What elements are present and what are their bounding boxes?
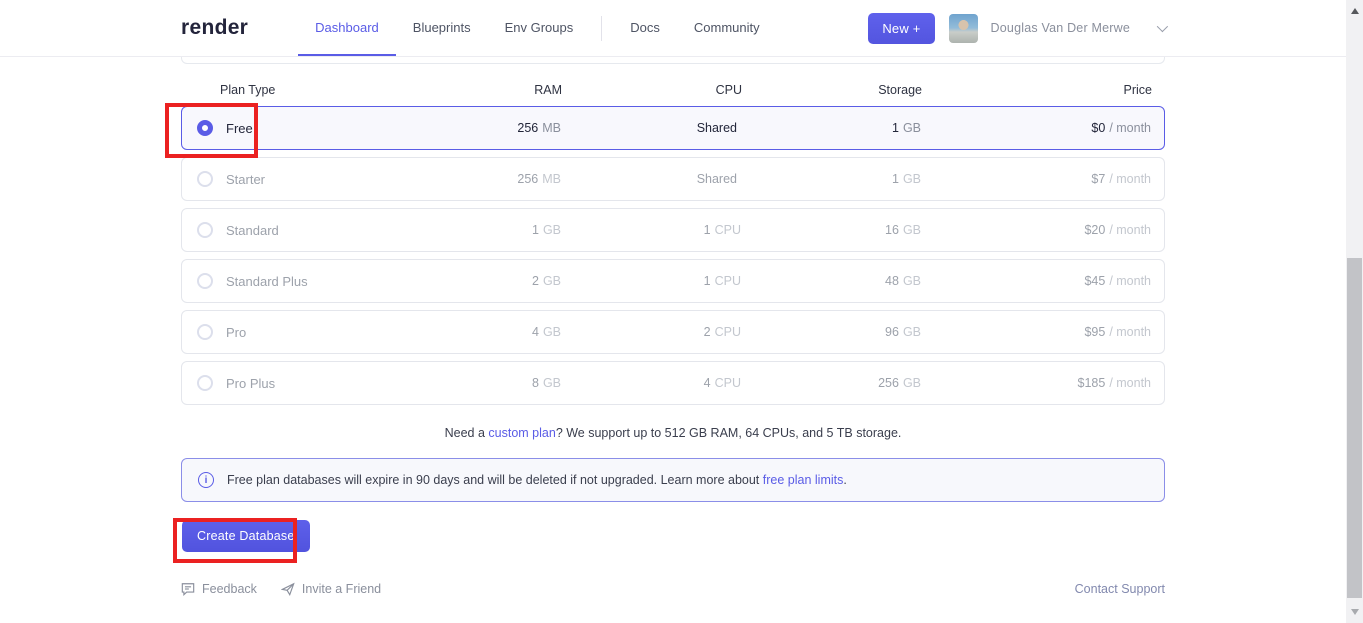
column-header-storage: Storage [742, 83, 922, 97]
plan-price: $45/ month [921, 274, 1151, 288]
invite-friend-label: Invite a Friend [302, 582, 381, 596]
plan-ram: 1GB [376, 223, 561, 237]
plan-cpu: Shared [561, 121, 741, 135]
column-header-ram: RAM [377, 83, 562, 97]
plan-ram: 256MB [376, 121, 561, 135]
nav-divider [601, 16, 602, 41]
plan-radio[interactable] [197, 375, 213, 391]
scrollbar[interactable] [1346, 0, 1363, 623]
custom-plan-link[interactable]: custom plan [488, 426, 555, 440]
plan-row[interactable]: Pro Plus 8GB 4CPU 256GB $185/ month [181, 361, 1165, 405]
info-icon: i [198, 472, 214, 488]
plan-ram: 8GB [376, 376, 561, 390]
plan-cpu: Shared [561, 172, 741, 186]
plan-name: Standard Plus [226, 274, 308, 289]
custom-plan-note: Need a custom plan? We support up to 512… [181, 426, 1165, 440]
free-plan-limits-link[interactable]: free plan limits [763, 473, 844, 487]
user-name[interactable]: Douglas Van Der Merwe [991, 21, 1130, 35]
plan-price: $7/ month [921, 172, 1151, 186]
column-header-cpu: CPU [562, 83, 742, 97]
plan-name: Pro [226, 325, 246, 340]
feedback-icon [181, 582, 195, 596]
plan-row[interactable]: Pro 4GB 2CPU 96GB $95/ month [181, 310, 1165, 354]
paper-plane-icon [281, 582, 295, 596]
column-header-price: Price [922, 83, 1152, 97]
scrollbar-down-arrow[interactable] [1351, 609, 1359, 615]
feedback-button[interactable]: Feedback [181, 582, 257, 596]
plan-radio[interactable] [197, 324, 213, 340]
plan-radio[interactable] [197, 120, 213, 136]
plan-radio[interactable] [197, 171, 213, 187]
nav-item-dashboard[interactable]: Dashboard [298, 0, 396, 56]
nav-item-docs[interactable]: Docs [613, 0, 677, 56]
create-database-button[interactable]: Create Database [182, 520, 310, 552]
plan-cpu: 1CPU [561, 223, 741, 237]
previous-card-bottom-edge [181, 57, 1165, 64]
plan-storage: 1GB [741, 172, 921, 186]
plan-storage: 16GB [741, 223, 921, 237]
plan-ram: 2GB [376, 274, 561, 288]
column-header-plan-type: Plan Type [220, 83, 377, 97]
plan-ram: 4GB [376, 325, 561, 339]
nav-item-blueprints[interactable]: Blueprints [396, 0, 488, 56]
page: render Dashboard Blueprints Env Groups D… [0, 0, 1363, 596]
render-logo[interactable]: render [181, 16, 248, 40]
plan-row[interactable]: Standard 1GB 1CPU 16GB $20/ month [181, 208, 1165, 252]
plan-storage: 256GB [741, 376, 921, 390]
plan-name: Free [226, 121, 253, 136]
plan-price: $185/ month [921, 376, 1151, 390]
nav-item-env-groups[interactable]: Env Groups [488, 0, 591, 56]
plan-row[interactable]: Standard Plus 2GB 1CPU 48GB $45/ month [181, 259, 1165, 303]
chevron-down-icon[interactable] [1157, 21, 1168, 32]
plan-radio[interactable] [197, 273, 213, 289]
plan-row[interactable]: Free 256MB Shared 1GB $0/ month [181, 106, 1165, 150]
plan-table-header: Plan Type RAM CPU Storage Price [181, 83, 1165, 97]
scrollbar-thumb[interactable] [1347, 258, 1362, 598]
free-plan-info-banner: i Free plan databases will expire in 90 … [181, 458, 1165, 502]
plan-radio[interactable] [197, 222, 213, 238]
plan-ram: 256MB [376, 172, 561, 186]
invite-friend-button[interactable]: Invite a Friend [281, 582, 381, 596]
plan-row[interactable]: Starter 256MB Shared 1GB $7/ month [181, 157, 1165, 201]
plan-price: $0/ month [921, 121, 1151, 135]
contact-support-link[interactable]: Contact Support [1075, 582, 1165, 596]
plan-cpu: 4CPU [561, 376, 741, 390]
plan-price: $95/ month [921, 325, 1151, 339]
footer: Feedback Invite a Friend Contact Support [181, 582, 1165, 596]
plan-name: Pro Plus [226, 376, 275, 391]
new-button[interactable]: New + [868, 13, 934, 44]
plan-cpu: 2CPU [561, 325, 741, 339]
plan-rows: Free 256MB Shared 1GB $0/ month Starter [181, 106, 1165, 405]
top-navigation-bar: render Dashboard Blueprints Env Groups D… [0, 0, 1346, 57]
plan-storage: 96GB [741, 325, 921, 339]
scrollbar-up-arrow[interactable] [1351, 8, 1359, 14]
plan-selection-section: Plan Type RAM CPU Storage Price Free 256… [181, 57, 1165, 596]
plan-storage: 48GB [741, 274, 921, 288]
plan-name: Standard [226, 223, 279, 238]
user-avatar[interactable] [949, 14, 978, 43]
feedback-label: Feedback [202, 582, 257, 596]
plan-name: Starter [226, 172, 265, 187]
plan-cpu: 1CPU [561, 274, 741, 288]
nav-item-community[interactable]: Community [677, 0, 777, 56]
plan-price: $20/ month [921, 223, 1151, 237]
main-nav: Dashboard Blueprints Env Groups Docs Com… [298, 0, 776, 56]
plan-storage: 1GB [741, 121, 921, 135]
